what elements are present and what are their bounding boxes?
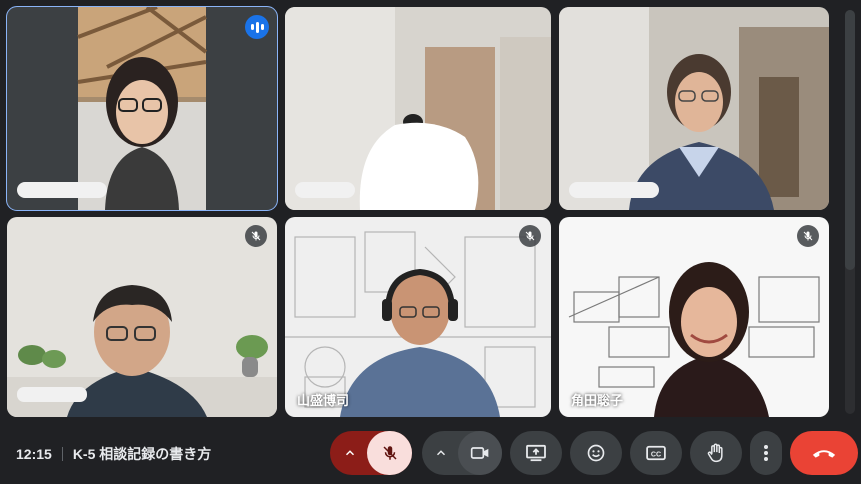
mic-muted-icon (519, 225, 541, 247)
mic-options-button[interactable] (330, 431, 370, 475)
more-vert-icon (764, 445, 768, 461)
divider (61, 447, 63, 461)
participant-tile-3[interactable] (559, 7, 829, 210)
mic-muted-icon (245, 225, 267, 247)
chevron-up-icon (345, 450, 355, 456)
closed-captions-icon: CC (646, 445, 666, 461)
meeting-title: K-5 相談記録の書き方 (72, 446, 212, 462)
participant-tile-1[interactable] (6, 6, 278, 211)
participant-name-redacted (295, 182, 355, 198)
svg-text:CC: CC (651, 451, 661, 459)
participant-tile-4[interactable] (7, 217, 277, 417)
scrollbar-thumb[interactable] (845, 10, 855, 270)
video-camera-icon (470, 447, 489, 459)
participant-video-4 (7, 217, 277, 417)
present-screen-icon (526, 444, 546, 462)
call-controls-bar: 12:15 K-5 相談記録の書き方 CC (0, 420, 861, 484)
meeting-time: 12:15 (16, 446, 52, 462)
camera-toggle-button[interactable] (458, 431, 502, 475)
participant-tile-2[interactable] (285, 7, 551, 210)
participant-video-1 (7, 7, 277, 210)
present-screen-button[interactable] (510, 431, 562, 475)
camera-options-button[interactable] (422, 431, 460, 475)
captions-button[interactable]: CC (630, 431, 682, 475)
raise-hand-button[interactable] (690, 431, 742, 475)
participant-video-5 (285, 217, 551, 417)
participant-name: 山盛博司 (297, 393, 350, 408)
leave-call-button[interactable] (790, 431, 858, 475)
participant-name-redacted (569, 182, 659, 198)
participant-tile-6[interactable]: 角田聡子 (559, 217, 829, 417)
video-grid: 山盛博司 角田聡子 (6, 6, 829, 417)
emoji-smile-icon (587, 444, 605, 462)
hang-up-icon (812, 450, 836, 458)
mic-toggle-button[interactable] (367, 431, 412, 475)
meeting-info: 12:15 K-5 相談記録の書き方 (16, 444, 211, 464)
participant-tile-5[interactable]: 山盛博司 (285, 217, 551, 417)
speaking-indicator-icon (245, 15, 269, 39)
reactions-button[interactable] (570, 431, 622, 475)
participant-name: 角田聡子 (571, 393, 624, 408)
more-options-button[interactable] (750, 431, 782, 475)
participant-name-redacted (17, 182, 107, 198)
participant-video-3 (559, 7, 829, 210)
participant-video-2 (285, 7, 551, 210)
chevron-up-icon (436, 450, 446, 456)
participant-video-6 (559, 217, 829, 417)
mic-muted-icon (797, 225, 819, 247)
raise-hand-icon (707, 443, 723, 463)
mic-off-icon (382, 446, 397, 460)
side-panel-scrollbar[interactable] (839, 10, 861, 414)
